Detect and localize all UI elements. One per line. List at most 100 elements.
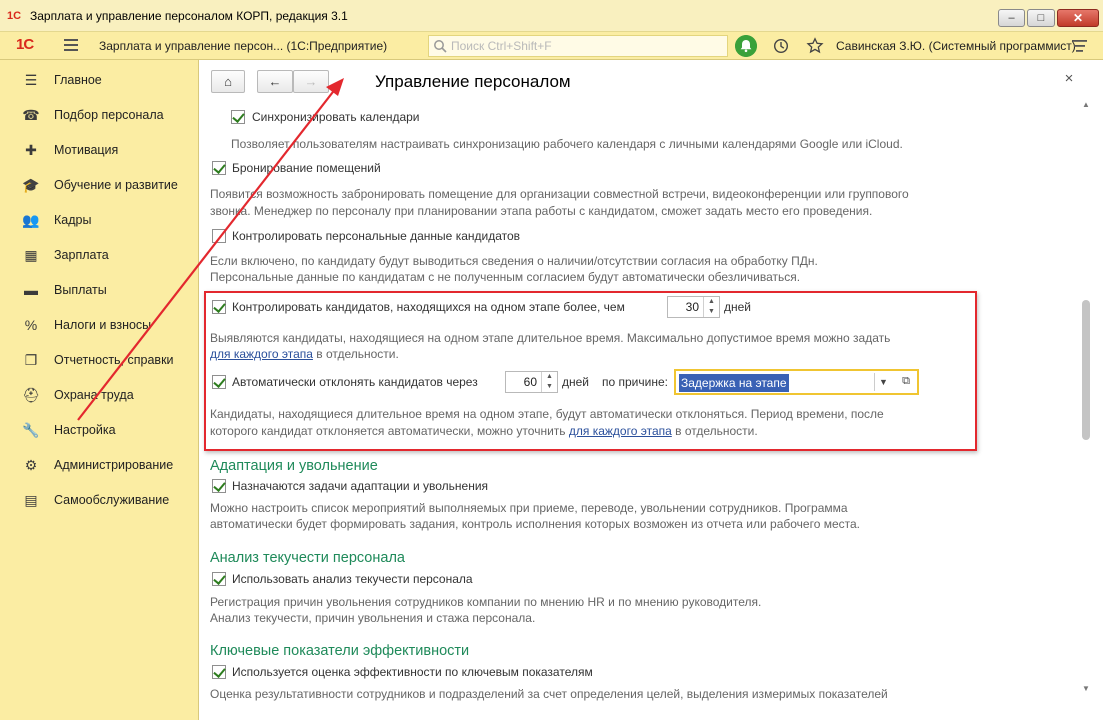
- sidebar-item-5[interactable]: 👥 Кадры: [0, 205, 199, 235]
- maximize-button[interactable]: □: [1027, 9, 1055, 27]
- room-booking-checkbox[interactable]: [212, 161, 226, 175]
- id-card-icon: ▤: [24, 492, 38, 508]
- kpi-section-title: Ключевые показатели эффективности: [210, 643, 470, 659]
- sidebar-item-8[interactable]: % Налоги и взносы: [0, 310, 199, 340]
- stage-control-description-line1: Выявляются кандидаты, находящиеся на одн…: [210, 331, 891, 345]
- people-icon: 👥: [22, 212, 40, 228]
- search-box[interactable]: [428, 35, 728, 57]
- sidebar-item-2[interactable]: ☎ Подбор персонала: [0, 100, 199, 130]
- percent-icon: %: [24, 317, 38, 333]
- pd-control-checkbox[interactable]: [212, 229, 226, 243]
- sidebar-item-label: Самообслуживание: [54, 493, 170, 507]
- sidebar-item-10[interactable]: ⛑ Охрана труда: [0, 380, 199, 410]
- app-logo-icon: 1С: [7, 10, 22, 22]
- helmet-icon: ⛑: [22, 387, 40, 403]
- vertical-scrollbar[interactable]: ▲ ▼: [1078, 100, 1095, 710]
- auto-reject-description-line2: которого кандидат отклоняется автоматиче…: [210, 424, 758, 438]
- sidebar-item-3[interactable]: ✚ Мотивация: [0, 135, 199, 165]
- wrench-icon: 🔧: [22, 422, 40, 438]
- stage-control-checkbox[interactable]: [212, 300, 226, 314]
- sidebar-item-label: Администрирование: [54, 458, 174, 472]
- window-title: Зарплата и управление персоналом КОРП, р…: [30, 9, 348, 23]
- app-toolbar: 1С Зарплата и управление персон... (1С:П…: [0, 32, 1103, 60]
- favorites-star-icon[interactable]: [806, 37, 824, 55]
- window-titlebar: 1С Зарплата и управление персоналом КОРП…: [0, 0, 1103, 32]
- stage-days-stepper[interactable]: 30 ▲ ▼: [667, 296, 720, 318]
- sidebar-item-13[interactable]: ▤ Самообслуживание: [0, 485, 199, 515]
- sidebar-item-11[interactable]: 🔧 Настройка: [0, 415, 199, 445]
- adaptation-checkbox[interactable]: [212, 479, 226, 493]
- auto-reject-description-tail: в отдельности.: [671, 424, 758, 438]
- stepper-arrows-icon[interactable]: ▲ ▼: [703, 297, 719, 317]
- sidebar-item-12[interactable]: ⚙ Администрирование: [0, 450, 199, 480]
- arrow-left-icon: ←: [268, 74, 282, 89]
- pd-control-label: Контролировать персональные данные канди…: [232, 229, 521, 243]
- stage-control-description-tail: в отдельности.: [312, 347, 399, 361]
- minimize-button[interactable]: –: [998, 9, 1025, 27]
- main-menu-icon[interactable]: [64, 39, 78, 52]
- chevron-down-icon[interactable]: ▼: [874, 373, 892, 391]
- sidebar-item-label: Обучение и развитие: [54, 178, 178, 192]
- graduation-cap-icon: 🎓: [22, 177, 40, 193]
- reject-reason-value: Задержка на этапе: [679, 374, 789, 392]
- turnover-checkbox[interactable]: [212, 572, 226, 586]
- close-window-button[interactable]: ✕: [1057, 9, 1099, 27]
- room-booking-description-line2: звонка. Менеджер по персоналу при планир…: [210, 204, 873, 218]
- kpi-checkbox[interactable]: [212, 665, 226, 679]
- reject-days-stepper[interactable]: 60 ▲ ▼: [505, 371, 558, 393]
- home-button[interactable]: ⌂: [211, 70, 245, 93]
- stage-days-unit: дней: [724, 300, 752, 314]
- kpi-description-line1: Оценка результативности сотрудников и по…: [210, 687, 888, 701]
- sections-sidebar: ☰ Главное ☎ Подбор персонала ✚ Мотивация 🎓 Обуч…: [0, 60, 199, 720]
- sidebar-item-label: Мотивация: [54, 143, 119, 157]
- each-stage-link[interactable]: для каждого этапа: [569, 424, 672, 438]
- room-booking-label: Бронирование помещений: [232, 161, 381, 175]
- each-stage-link[interactable]: для каждого этапа: [210, 347, 313, 361]
- back-button[interactable]: ←: [257, 70, 293, 93]
- kpi-label: Используется оценка эффективности по клю…: [232, 665, 593, 679]
- scroll-down-icon[interactable]: ▼: [1081, 684, 1091, 694]
- notifications-bell-icon[interactable]: [735, 35, 757, 57]
- sync-calendars-label: Синхронизировать календари: [252, 110, 420, 124]
- stepper-arrows-icon[interactable]: ▲ ▼: [541, 372, 557, 392]
- close-form-icon[interactable]: ×: [1062, 71, 1076, 86]
- sidebar-item-label: Налоги и взносы: [54, 318, 152, 332]
- history-icon[interactable]: [773, 38, 789, 54]
- room-booking-description-line1: Появится возможность забронировать помещ…: [210, 187, 909, 201]
- maximize-icon: □: [1037, 12, 1045, 24]
- adaptation-label: Назначаются задачи адаптации и увольнени…: [232, 479, 489, 493]
- settings-menu-icon[interactable]: [1072, 39, 1087, 53]
- gift-icon: ✚: [25, 142, 37, 158]
- arrow-right-icon: →: [304, 74, 318, 89]
- stage-control-description-line2: для каждого этапа в отдельности.: [210, 347, 399, 361]
- turnover-section-title: Анализ текучести персонала: [210, 550, 405, 566]
- reject-reason-select[interactable]: Задержка на этапе ▼ ⧉: [674, 369, 919, 395]
- scroll-up-icon[interactable]: ▲: [1081, 100, 1091, 110]
- sidebar-item-1[interactable]: ☰ Главное: [0, 65, 199, 95]
- turnover-description-line1: Регистрация причин увольнения сотруднико…: [210, 595, 762, 609]
- adaptation-description-line1: Можно настроить список мероприятий выпол…: [210, 501, 848, 515]
- sidebar-item-label: Главное: [54, 73, 102, 87]
- auto-reject-checkbox[interactable]: [212, 375, 226, 389]
- adaptation-description-line2: автоматически будет формировать задания,…: [210, 517, 860, 531]
- forward-button[interactable]: →: [293, 70, 329, 93]
- sidebar-item-label: Отчетность, справки: [54, 353, 174, 367]
- sidebar-item-label: Подбор персонала: [54, 108, 164, 122]
- gear-icon: ⚙: [24, 457, 38, 473]
- sidebar-item-7[interactable]: ▬ Выплаты: [0, 275, 199, 305]
- sync-calendars-description: Позволяет пользователям настраивать синх…: [231, 137, 903, 151]
- reject-reason-label: по причине:: [602, 375, 668, 389]
- calculator-icon: ▦: [24, 247, 38, 263]
- sync-calendars-checkbox[interactable]: [231, 110, 245, 124]
- settings-form: ⌂ ← → Управление персоналом × Синхронизи…: [200, 60, 1103, 720]
- scrollbar-thumb[interactable]: [1082, 300, 1090, 440]
- sidebar-item-9[interactable]: ❐ Отчетность, справки: [0, 345, 199, 375]
- pd-control-description-line2: Персональные данные по кандидатам с не п…: [210, 270, 801, 284]
- sidebar-item-4[interactable]: 🎓 Обучение и развитие: [0, 170, 199, 200]
- sidebar-item-6[interactable]: ▦ Зарплата: [0, 240, 199, 270]
- search-input[interactable]: [451, 38, 721, 54]
- reject-days-unit: дней: [562, 375, 590, 389]
- open-item-icon[interactable]: ⧉: [899, 374, 913, 388]
- sidebar-item-label: Выплаты: [54, 283, 107, 297]
- current-user[interactable]: Савинская З.Ю. (Системный программист): [836, 39, 1076, 53]
